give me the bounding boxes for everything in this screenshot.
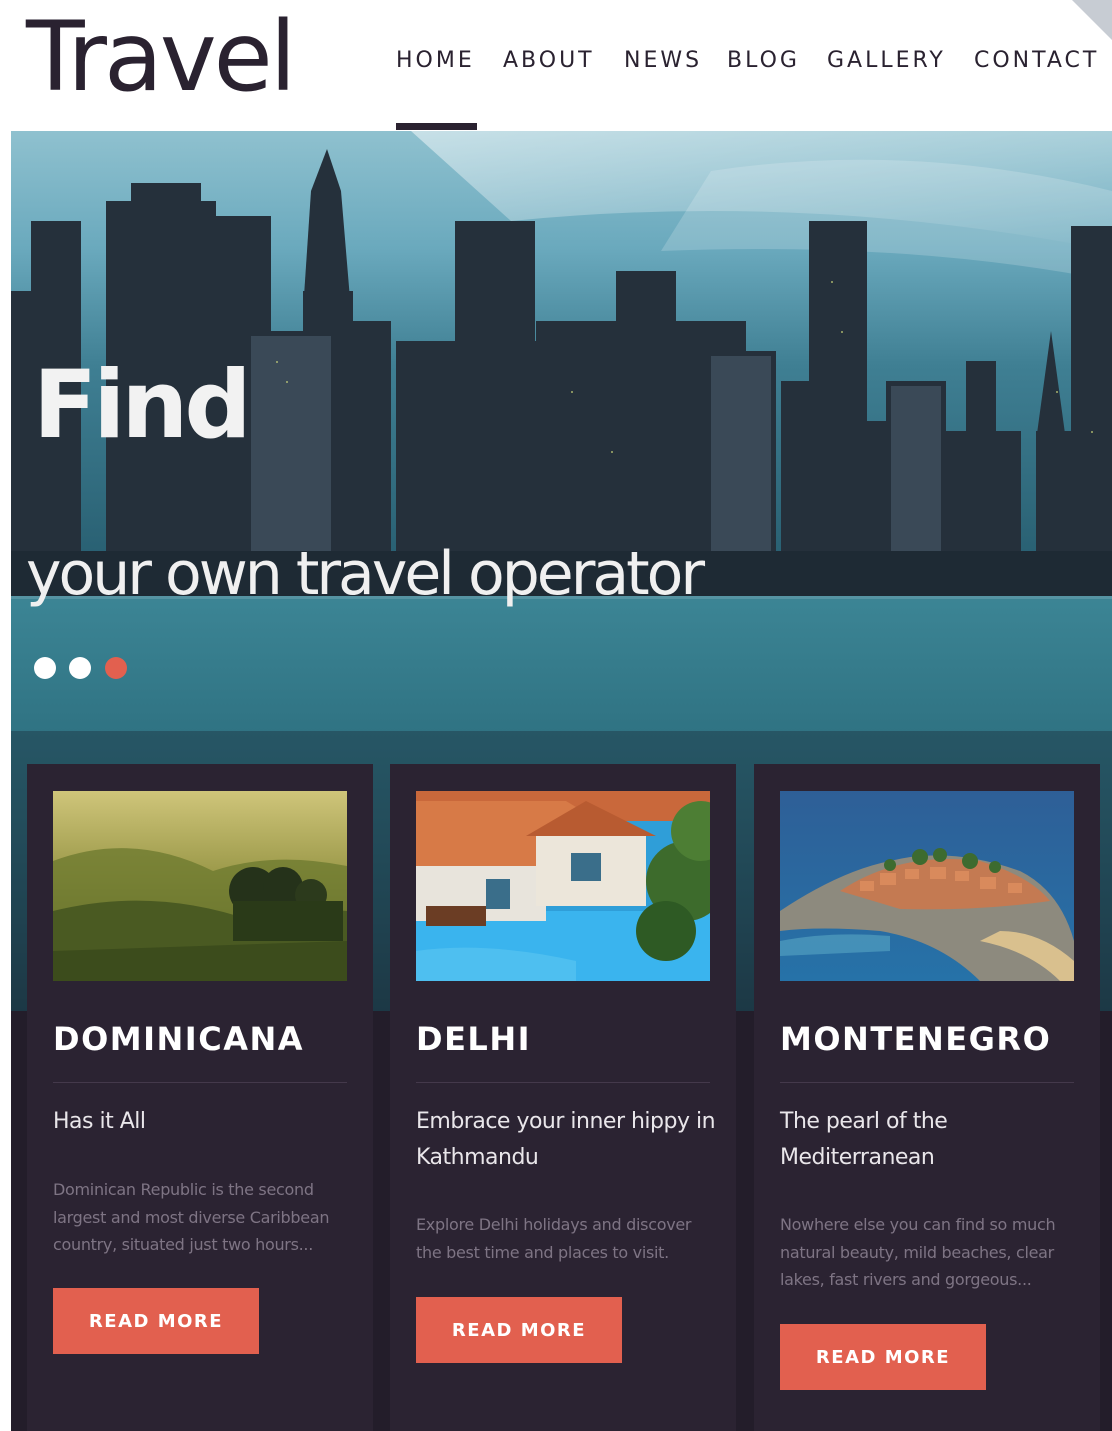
card-divider [53,1082,347,1083]
card-subtitle: Has it All [53,1109,146,1134]
nav-about[interactable]: ABOUT [503,44,595,78]
read-more-button[interactable]: READ MORE [53,1288,259,1354]
slider-dot-1[interactable] [34,657,56,679]
card-title: DELHI [416,1020,531,1058]
destination-card-dominicana: DOMINICANA Has it All Dominican Republic… [27,764,373,1431]
site-header: Travel HOME ABOUT NEWS BLOG GALLERY CONT… [0,0,1112,131]
read-more-button[interactable]: READ MORE [780,1324,986,1390]
nav-news[interactable]: NEWS [624,44,702,78]
hero-subtitle: your own travel operator [26,539,705,609]
montenegro-island-image[interactable] [780,791,1074,981]
card-divider [780,1082,1074,1083]
nav-active-indicator [396,123,477,130]
main-nav: HOME ABOUT NEWS BLOG GALLERY CONTACT [0,44,1112,84]
destination-card-delhi: DELHI Embrace your inner hippy in Kathma… [390,764,736,1431]
corner-fold-decoration [1072,0,1112,40]
destination-card-montenegro: MONTENEGRO The pearl of the Mediterranea… [754,764,1100,1431]
delhi-resort-image[interactable] [416,791,710,981]
nav-gallery[interactable]: GALLERY [827,44,946,78]
card-subtitle: Embrace your inner hippy in Kathmandu [416,1109,716,1170]
dominicana-landscape-image[interactable] [53,791,347,981]
card-divider [416,1082,710,1083]
card-subtitle: The pearl of the Mediterranean [780,1109,948,1170]
nav-blog[interactable]: BLOG [727,44,800,78]
read-more-button[interactable]: READ MORE [416,1297,622,1363]
card-description: Explore Delhi holidays and discover the … [416,1215,692,1262]
slider-dot-3-active[interactable] [105,657,127,679]
hero-title: Find [33,351,252,460]
nav-home[interactable]: HOME [396,44,475,78]
card-description: Dominican Republic is the second largest… [53,1180,330,1254]
card-description: Nowhere else you can find so much natura… [780,1215,1056,1289]
hero-slider: Find your own travel operator DOMINICANA… [11,131,1112,1431]
card-title: DOMINICANA [53,1020,304,1058]
nav-contact[interactable]: CONTACT [974,44,1099,78]
slider-dot-2[interactable] [69,657,91,679]
card-title: MONTENEGRO [780,1020,1052,1058]
